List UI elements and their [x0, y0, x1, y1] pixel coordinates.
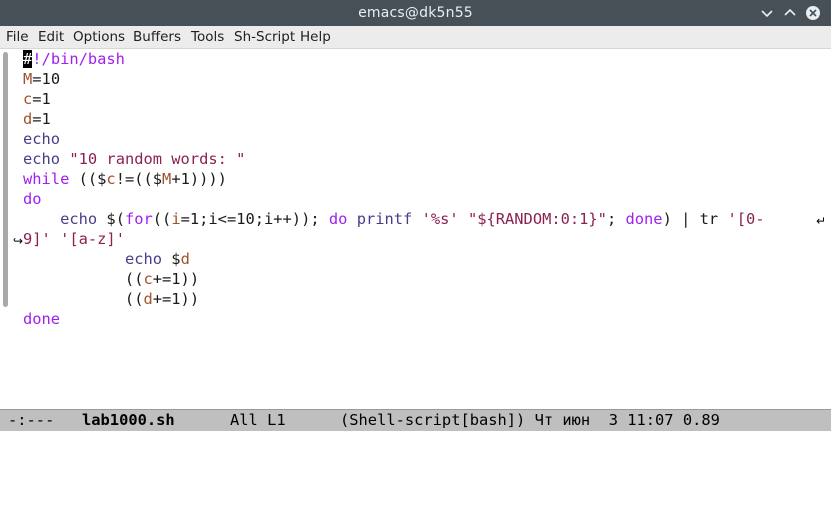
code-token: done — [23, 310, 61, 328]
code-token: +=1)) — [152, 270, 200, 288]
code-token: '%s' — [421, 210, 459, 228]
code-line[interactable]: d=1 — [23, 109, 51, 129]
menu-options[interactable]: Options — [72, 26, 126, 48]
code-token: '[a-z]' — [60, 230, 125, 248]
code-token: (( — [23, 270, 144, 288]
code-token: while — [23, 170, 70, 188]
code-token: =1;i<=10;i++)); — [180, 210, 329, 228]
editor-buffer[interactable]: #!/bin/bash M=10 c=1 d=1 echo echo "10 random… — [23, 49, 813, 409]
code-token: ) | tr — [662, 210, 728, 228]
close-icon[interactable] — [805, 5, 821, 21]
code-token: (($ — [69, 170, 107, 188]
modeline-mode-info[interactable]: (Shell-script[bash]) Чт июн 3 11:07 0.89 — [340, 410, 720, 431]
menu-buffers[interactable]: Buffers — [132, 26, 182, 48]
code-token: M — [23, 70, 33, 88]
code-token: $( — [97, 210, 125, 228]
code-token: c — [143, 270, 153, 288]
code-token: echo — [23, 150, 61, 168]
code-line[interactable]: do — [23, 189, 42, 209]
menu-edit[interactable]: Edit — [37, 26, 65, 48]
code-token: do — [328, 210, 348, 228]
code-line[interactable]: echo $d — [23, 249, 190, 269]
code-token: 9]' — [23, 230, 51, 248]
code-token: i — [171, 210, 181, 228]
code-line[interactable]: ((c+=1)) — [23, 269, 199, 289]
code-token: do — [23, 190, 42, 208]
code-line[interactable]: ((d+=1)) — [23, 289, 199, 309]
code-token: (( — [23, 290, 144, 308]
code-line[interactable]: echo "10 random words: " — [23, 149, 245, 169]
code-token: ; — [606, 210, 626, 228]
modeline-buffer-name[interactable]: lab1000.sh — [82, 410, 175, 431]
code-line[interactable]: #!/bin/bash — [23, 49, 125, 69]
line-wrap-right-icon: ↵ — [816, 214, 827, 228]
code-token: !=(($ — [115, 170, 163, 188]
maximize-icon[interactable] — [782, 5, 798, 21]
modeline-position: All L1 — [230, 411, 286, 429]
text-cursor: # — [23, 50, 33, 68]
line-wrap-left-icon: ↪ — [13, 234, 24, 248]
code-token: d — [143, 290, 153, 308]
window-title: emacs@dk5n55 — [358, 5, 473, 21]
code-line[interactable]: while (($c!=(($M+1)))) — [23, 169, 227, 189]
code-token: echo — [23, 130, 61, 148]
code-token: "10 random words: " — [69, 150, 246, 168]
code-line[interactable]: done — [23, 309, 60, 329]
code-token: $ — [162, 250, 181, 268]
menu-sh-script[interactable]: Sh-Script — [233, 26, 296, 48]
code-token: for — [124, 210, 153, 228]
code-token: c — [106, 170, 116, 188]
code-token: done — [625, 210, 663, 228]
code-line[interactable]: echo $(for((i=1;i<=10;i++)); do printf '… — [23, 209, 765, 229]
code-token: '[0- — [727, 210, 765, 228]
minimize-icon[interactable] — [759, 5, 775, 21]
code-token: +1)))) — [171, 170, 227, 188]
menu-help[interactable]: Help — [299, 26, 332, 48]
code-line[interactable]: 9]' '[a-z]' — [23, 229, 125, 249]
code-token: d — [23, 110, 33, 128]
code-token: =1 — [32, 90, 51, 108]
code-line[interactable]: echo — [23, 129, 60, 149]
code-token: !/bin/bash — [32, 50, 125, 68]
scrollbar-thumb[interactable] — [3, 52, 8, 307]
menu-tools[interactable]: Tools — [190, 26, 225, 48]
mode-line: -:--- lab1000.sh All L1 (Shell-script[ba… — [0, 409, 831, 431]
code-token: echo — [60, 210, 98, 228]
window-titlebar[interactable]: emacs@dk5n55 — [0, 0, 831, 26]
code-token: echo — [124, 250, 163, 268]
code-token: printf — [356, 210, 413, 228]
code-token: (( — [152, 210, 172, 228]
code-token: c — [23, 90, 33, 108]
code-token: =1 — [32, 110, 51, 128]
code-line[interactable]: c=1 — [23, 89, 51, 109]
code-token: "${RANDOM:0:1}" — [467, 210, 607, 228]
code-line[interactable]: M=10 — [23, 69, 60, 89]
menu-file[interactable]: File — [5, 26, 30, 48]
code-token: M — [162, 170, 172, 188]
modeline-status: -:--- — [8, 411, 55, 429]
menu-bar: File Edit Options Buffers Tools Sh-Scrip… — [0, 26, 831, 49]
code-token: =10 — [32, 70, 61, 88]
code-token: +=1)) — [152, 290, 200, 308]
code-token: d — [180, 250, 190, 268]
